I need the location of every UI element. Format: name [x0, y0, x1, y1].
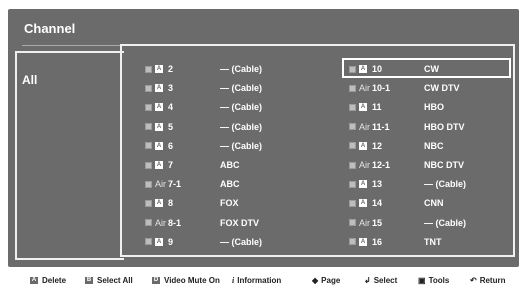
channel-name: CW — [424, 64, 439, 74]
info-icon: i — [232, 275, 235, 285]
channel-number-cell: A 16 — [349, 237, 382, 247]
channel-number: 12-1 — [372, 160, 391, 170]
antenna-icon: A — [359, 65, 367, 73]
channel-number: 11-1 — [372, 121, 390, 132]
page-hint[interactable]: ◆ Page — [312, 276, 340, 285]
channel-number-cell: Air 10-1 — [349, 83, 390, 93]
channel-number-cell: A 13 — [349, 179, 382, 189]
channel-number: 14 — [372, 198, 383, 209]
checkbox-icon[interactable] — [349, 65, 356, 73]
tools-hint[interactable]: ▣ Tools — [418, 276, 449, 285]
antenna-icon: A — [359, 103, 367, 112]
channel-row[interactable]: Air 12-1 NBC DTV — [8, 157, 519, 173]
checkbox-icon[interactable] — [349, 199, 356, 207]
channel-number-cell: A 14 — [349, 198, 382, 208]
channel-name: NBC DTV — [424, 160, 464, 170]
channel-name: TNT — [424, 236, 442, 247]
channel-row[interactable]: A 10 CW — [8, 61, 519, 77]
checkbox-icon[interactable] — [349, 142, 356, 150]
channel-row[interactable]: A 13 — (Cable) — [8, 176, 519, 192]
channel-number-cell: A 12 — [349, 141, 382, 151]
air-label: Air — [359, 160, 370, 170]
channel-row[interactable]: Air 10-1 CW DTV — [8, 80, 519, 96]
channel-row[interactable]: A 12 NBC — [8, 138, 519, 154]
checkbox-icon[interactable] — [349, 123, 356, 131]
checkbox-icon[interactable] — [349, 219, 356, 227]
channel-number: 16 — [372, 236, 383, 247]
checkbox-icon[interactable] — [349, 103, 356, 111]
channel-number-cell: A 11 — [349, 102, 382, 112]
updown-arrow-icon: ◆ — [312, 275, 319, 285]
select-hint[interactable]: ↲ Select — [364, 276, 397, 285]
delete-hint[interactable]: A Delete — [30, 276, 66, 285]
channel-row[interactable]: A 11 HBO — [8, 99, 519, 115]
enter-icon: ↲ — [364, 275, 371, 285]
tools-icon: ▣ — [418, 275, 426, 285]
channel-number: 12 — [372, 140, 383, 151]
checkbox-icon[interactable] — [349, 84, 356, 92]
antenna-icon: A — [359, 141, 367, 150]
page-title: Channel — [24, 21, 76, 36]
channel-name: CW DTV — [424, 83, 460, 94]
channel-row[interactable]: Air 11-1 HBO DTV — [8, 119, 519, 135]
channel-number-cell: Air 11-1 — [349, 122, 390, 132]
channel-number: 10 — [372, 64, 383, 74]
antenna-icon: A — [359, 237, 367, 246]
video-mute-key-icon: D — [152, 276, 160, 284]
channel-number: 10-1 — [372, 83, 391, 94]
channel-name: HBO — [424, 102, 444, 113]
channel-name: — (Cable) — [424, 217, 467, 228]
checkbox-icon[interactable] — [349, 238, 356, 246]
channel-number: 13 — [372, 179, 383, 190]
air-label: Air — [359, 217, 370, 228]
antenna-icon: A — [359, 199, 367, 208]
delete-key-icon: A — [30, 276, 38, 284]
channel-name: — (Cable) — [424, 179, 467, 190]
channel-name: NBC — [424, 140, 444, 151]
antenna-icon: A — [359, 180, 367, 189]
return-hint[interactable]: ↶ Return — [470, 276, 505, 285]
select-all-hint[interactable]: B Select All — [85, 276, 133, 285]
channel-number-cell: A 10 — [349, 64, 382, 74]
channel-number-cell: Air 15 — [349, 218, 382, 228]
channel-name: CNN — [424, 198, 444, 209]
checkbox-icon[interactable] — [349, 161, 356, 169]
channel-number: 15 — [372, 217, 383, 228]
checkbox-icon[interactable] — [349, 180, 356, 188]
channel-row[interactable]: Air 15 — (Cable) — [8, 215, 519, 231]
footer-bar: A Delete B Select All D Video Mute On i … — [0, 271, 527, 289]
information-hint[interactable]: i Information — [232, 276, 281, 285]
channel-number-cell: Air 12-1 — [349, 160, 390, 170]
air-label: Air — [359, 121, 370, 132]
channel-row[interactable]: A 14 CNN — [8, 195, 519, 211]
video-mute-hint[interactable]: D Video Mute On — [152, 276, 220, 285]
channel-panel: Channel All A 2— (Cable) A 3— (Cable) A 4— (C… — [8, 9, 519, 267]
return-icon: ↶ — [470, 275, 477, 285]
channel-number: 11 — [372, 102, 382, 113]
channel-row[interactable]: A 16 TNT — [8, 234, 519, 250]
select-all-key-icon: B — [85, 276, 93, 284]
air-label: Air — [359, 83, 370, 94]
channel-name: HBO DTV — [424, 121, 465, 132]
tv-screen: Channel All A 2— (Cable) A 3— (Cable) A 4— (C… — [0, 0, 527, 291]
